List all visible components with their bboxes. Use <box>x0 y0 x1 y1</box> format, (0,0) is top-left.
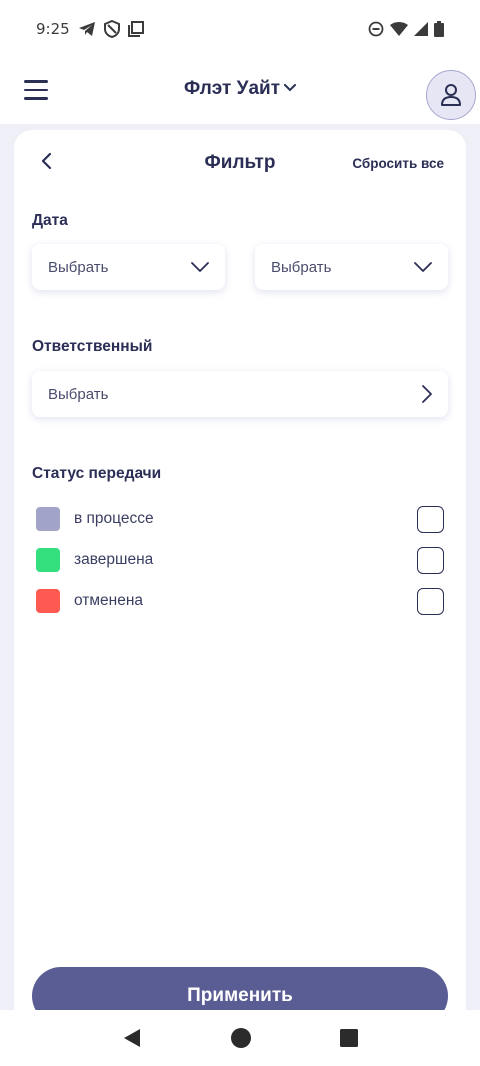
date-from-select[interactable]: Выбрать <box>32 244 225 290</box>
status-color-swatch <box>36 507 60 531</box>
chevron-down-icon <box>284 76 296 98</box>
profile-avatar[interactable] <box>426 70 476 120</box>
status-label: в процессе <box>74 510 154 527</box>
telegram-icon <box>78 21 96 37</box>
status-label: отменена <box>74 592 144 609</box>
shield-icon <box>103 20 120 38</box>
status-checkbox[interactable] <box>417 587 444 615</box>
responsible-select[interactable]: Выбрать <box>32 371 448 417</box>
status-bar: 9:25 <box>0 0 480 58</box>
status-option-cancelled[interactable]: отменена <box>36 587 444 615</box>
do-not-disturb-icon <box>368 21 384 37</box>
chevron-down-icon <box>414 262 432 272</box>
status-time: 9:25 <box>36 20 70 38</box>
status-color-swatch <box>36 548 60 572</box>
reset-all-button[interactable]: Сбросить все <box>352 156 444 171</box>
status-label: завершена <box>74 551 154 568</box>
back-nav-icon[interactable] <box>122 1028 142 1048</box>
responsible-placeholder: Выбрать <box>48 385 109 403</box>
date-label: Дата <box>32 212 68 229</box>
battery-icon <box>434 21 444 37</box>
date-from-placeholder: Выбрать <box>48 258 109 276</box>
transfer-status-label: Статус передачи <box>32 465 162 482</box>
chevron-down-icon <box>191 262 209 272</box>
system-nav-bar <box>0 1010 480 1066</box>
responsible-label: Ответственный <box>32 338 153 355</box>
copy-icon <box>127 21 144 37</box>
status-option-completed[interactable]: завершена <box>36 546 444 574</box>
status-checkbox[interactable] <box>417 546 444 574</box>
signal-icon <box>414 22 428 36</box>
company-selector[interactable]: Флэт Уайт <box>0 78 480 100</box>
chevron-right-icon <box>422 385 432 403</box>
user-icon <box>441 84 461 106</box>
status-color-swatch <box>36 589 60 613</box>
wifi-icon <box>390 22 408 36</box>
date-to-select[interactable]: Выбрать <box>255 244 448 290</box>
home-nav-icon[interactable] <box>230 1027 252 1049</box>
date-to-placeholder: Выбрать <box>271 258 332 276</box>
status-checkbox[interactable] <box>417 505 444 533</box>
filter-panel: Фильтр Сбросить все Дата Выбрать Выбрать… <box>14 130 466 1030</box>
status-option-in-progress[interactable]: в процессе <box>36 505 444 533</box>
app-bar: Флэт Уайт <box>0 58 480 124</box>
recents-nav-icon[interactable] <box>340 1029 358 1047</box>
company-name: Флэт Уайт <box>183 78 280 99</box>
